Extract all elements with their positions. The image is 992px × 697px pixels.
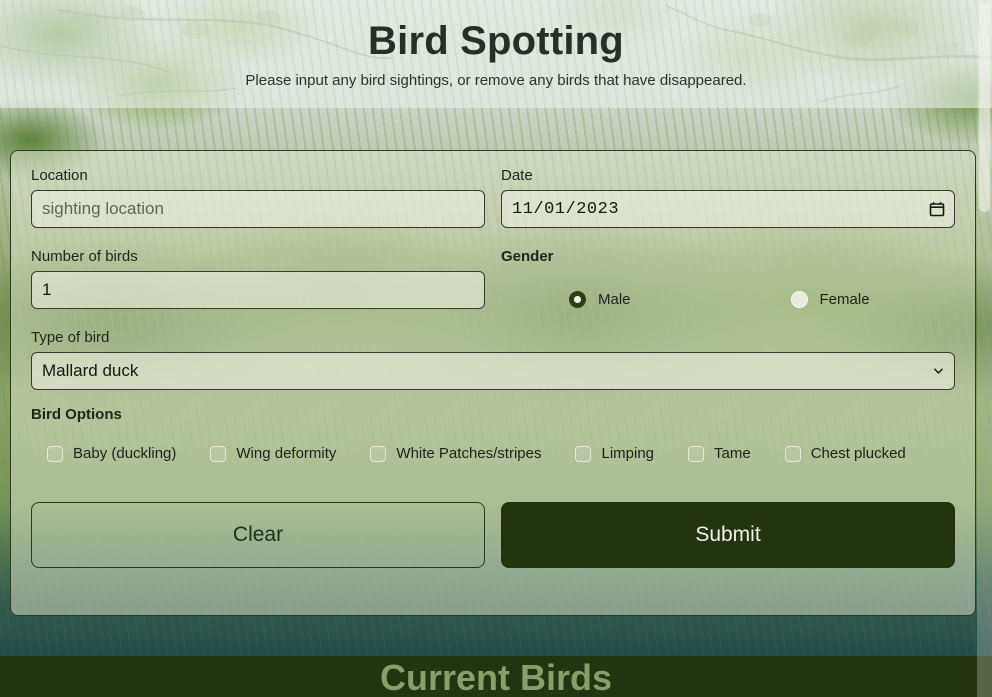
checkbox-tame[interactable]	[688, 445, 705, 462]
form-actions: Clear Submit	[31, 502, 955, 568]
radio-male[interactable]	[569, 291, 586, 308]
location-field-group: Location	[31, 167, 485, 228]
checkbox-label-wing-deformity: Wing deformity	[236, 445, 337, 462]
sighting-form-card: Location Date Number of birds Gender	[10, 150, 976, 616]
gender-radio-group: Male Female	[501, 271, 955, 308]
checkbox-white-patches-stripes[interactable]	[370, 445, 387, 462]
bird-options-group: Bird Options Baby (duckling) Wing deform…	[31, 406, 955, 462]
checkbox-label-tame: Tame	[714, 445, 751, 462]
number-of-birds-field-group: Number of birds	[31, 248, 485, 309]
checkbox-label-chest-plucked: Chest plucked	[810, 445, 906, 462]
date-label: Date	[501, 167, 533, 184]
date-field-group: Date	[501, 167, 955, 228]
checkbox-limping[interactable]	[575, 445, 592, 462]
checkbox-baby-duckling[interactable]	[47, 445, 63, 462]
type-of-bird-select-wrapper[interactable]: Mallard duck	[31, 352, 955, 390]
checkbox-item-tame[interactable]: Tame	[688, 445, 751, 462]
location-label: Location	[31, 167, 88, 184]
form-row-count-gender: Number of birds Gender Male Female	[31, 248, 955, 309]
page-scrollbar[interactable]	[977, 0, 992, 697]
bird-options-label: Bird Options	[31, 406, 122, 423]
page-title: Bird Spotting	[368, 19, 624, 63]
clear-button[interactable]: Clear	[31, 502, 485, 568]
gender-field-group: Gender Male Female	[501, 248, 955, 309]
checkbox-item-white-patches-stripes[interactable]: White Patches/stripes	[370, 445, 541, 462]
checkbox-wing-deformity[interactable]	[210, 445, 227, 462]
page-header: Bird Spotting Please input any bird sigh…	[0, 0, 992, 108]
checkbox-label-limping: Limping	[601, 445, 655, 462]
type-of-bird-field-group: Type of bird Mallard duck	[31, 329, 955, 390]
type-of-bird-select[interactable]: Mallard duck	[31, 352, 955, 390]
radio-male-label: Male	[598, 291, 631, 308]
form-row-location-date: Location Date	[31, 167, 955, 228]
date-input[interactable]	[501, 190, 955, 228]
page-subtitle: Please input any bird sightings, or remo…	[245, 72, 747, 89]
bird-options-checkbox-row: Baby (duckling) Wing deformity White Pat…	[31, 429, 955, 462]
checkbox-item-limping[interactable]: Limping	[575, 445, 654, 462]
gender-option-male[interactable]: Male	[569, 291, 631, 308]
type-of-bird-label: Type of bird	[31, 329, 110, 346]
gender-label: Gender	[501, 248, 554, 265]
checkbox-item-wing-deformity[interactable]: Wing deformity	[210, 445, 336, 462]
checkbox-label-baby-duckling: Baby (duckling)	[73, 445, 177, 462]
location-input[interactable]	[31, 190, 485, 228]
number-of-birds-input[interactable]	[31, 271, 485, 309]
radio-female-label: Female	[819, 291, 870, 308]
checkbox-chest-plucked[interactable]	[784, 445, 801, 462]
gender-option-female[interactable]: Female	[790, 291, 870, 308]
checkbox-label-white-patches-stripes: White Patches/stripes	[396, 445, 542, 462]
checkbox-item-baby-duckling[interactable]: Baby (duckling)	[47, 445, 176, 462]
current-birds-title: Current Birds	[379, 657, 613, 697]
date-input-wrapper	[501, 190, 955, 228]
checkbox-item-chest-plucked[interactable]: Chest plucked	[784, 445, 906, 462]
submit-button[interactable]: Submit	[501, 502, 955, 568]
radio-female[interactable]	[790, 291, 808, 308]
number-of-birds-label: Number of birds	[31, 248, 138, 265]
current-birds-section: Current Birds	[0, 656, 992, 697]
page-scrollbar-thumb[interactable]	[979, 2, 990, 212]
